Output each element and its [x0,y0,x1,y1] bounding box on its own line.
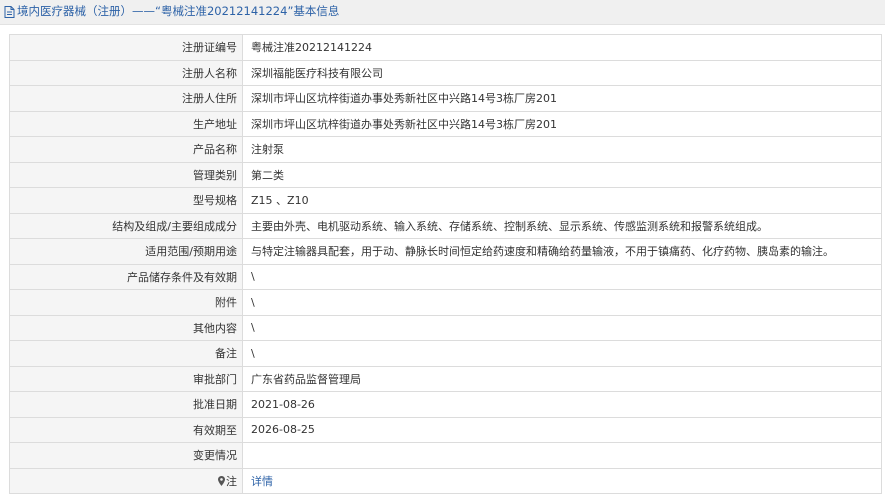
table-row: 附件 \ [9,289,882,316]
field-value: \ [242,340,882,367]
table-row: 结构及组成/主要组成成分 主要由外壳、电机驱动系统、输入系统、存储系统、控制系统、… [9,212,882,239]
field-value: 粤械注准20212141224 [242,34,882,61]
field-label: 变更情况 [9,442,243,469]
table-row: 管理类别 第二类 [9,161,882,188]
field-label: 适用范围/预期用途 [9,238,243,265]
field-label: 生产地址 [9,110,243,137]
location-pin-icon [218,475,225,486]
field-value: 与特定注输器具配套，用于动、静脉长时间恒定给药速度和精确给药量输液，不用于镇痛药… [242,238,882,265]
page-title: 境内医疗器械（注册）——“粤械注准20212141224”基本信息 [17,4,340,18]
table-row: 适用范围/预期用途 与特定注输器具配套，用于动、静脉长时间恒定给药速度和精确给药量… [9,238,882,265]
table-row: 产品储存条件及有效期 \ [9,263,882,290]
field-value: 2026-08-25 [242,416,882,443]
table-row: 注册人名称 深圳福能医疗科技有限公司 [9,59,882,86]
table-row: 生产地址 深圳市坪山区坑梓街道办事处秀新社区中兴路14号3栋厂房201 [9,110,882,137]
table-row: 型号规格 Z15 、Z10 [9,187,882,214]
field-value: 深圳市坪山区坑梓街道办事处秀新社区中兴路14号3栋厂房201 [242,110,882,137]
field-label: 其他内容 [9,314,243,341]
field-label: 管理类别 [9,161,243,188]
note-label: 注 [226,474,237,488]
device-info-table: 注册证编号 粤械注准20212141224 注册人名称 深圳福能医疗科技有限公司 注册人… [9,34,882,494]
details-link[interactable]: 详情 [251,475,273,488]
field-label: 附件 [9,289,243,316]
table-row: 变更情况 [9,442,882,469]
field-label: 审批部门 [9,365,243,392]
field-value [242,442,882,469]
note-value-cell: 详情 [242,467,882,494]
table-row: 其他内容 \ [9,314,882,341]
field-value: \ [242,263,882,290]
field-label: 注册证编号 [9,34,243,61]
table-row: 批准日期 2021-08-26 [9,391,882,418]
field-value: 注射泵 [242,136,882,163]
field-label: 结构及组成/主要组成成分 [9,212,243,239]
document-icon [4,6,15,18]
field-label: 产品储存条件及有效期 [9,263,243,290]
note-row: 注 详情 [9,467,882,494]
table-row: 注册人住所 深圳市坪山区坑梓街道办事处秀新社区中兴路14号3栋厂房201 [9,85,882,112]
field-label: 有效期至 [9,416,243,443]
field-value: 2021-08-26 [242,391,882,418]
field-value: \ [242,314,882,341]
field-label: 备注 [9,340,243,367]
field-label: 注册人名称 [9,59,243,86]
field-value: \ [242,289,882,316]
table-row: 审批部门 广东省药品监督管理局 [9,365,882,392]
page-header: 境内医疗器械（注册）——“粤械注准20212141224”基本信息 [0,0,885,25]
field-label: 批准日期 [9,391,243,418]
table-row: 有效期至 2026-08-25 [9,416,882,443]
field-label: 产品名称 [9,136,243,163]
field-label: 注册人住所 [9,85,243,112]
table-row: 注册证编号 粤械注准20212141224 [9,34,882,61]
field-value: 深圳福能医疗科技有限公司 [242,59,882,86]
field-value: 主要由外壳、电机驱动系统、输入系统、存储系统、控制系统、显示系统、传感监测系统和… [242,212,882,239]
note-label-cell: 注 [9,467,243,494]
table-row: 备注 \ [9,340,882,367]
field-value: 深圳市坪山区坑梓街道办事处秀新社区中兴路14号3栋厂房201 [242,85,882,112]
field-value: 广东省药品监督管理局 [242,365,882,392]
field-label: 型号规格 [9,187,243,214]
field-value: 第二类 [242,161,882,188]
table-row: 产品名称 注射泵 [9,136,882,163]
field-value: Z15 、Z10 [242,187,882,214]
